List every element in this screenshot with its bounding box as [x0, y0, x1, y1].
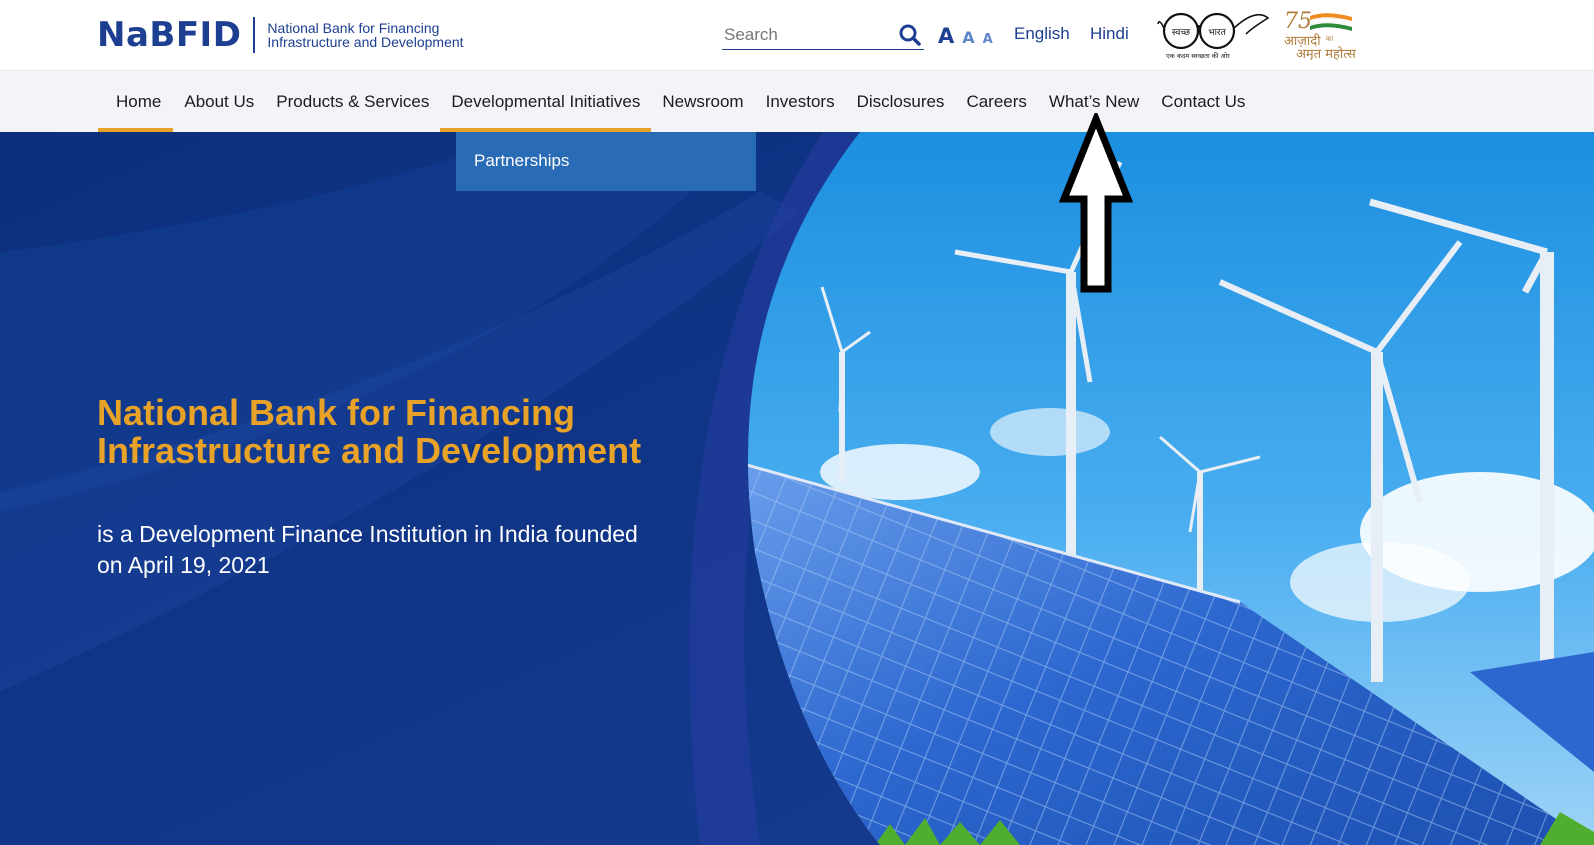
- nav-item-careers[interactable]: Careers: [955, 71, 1037, 132]
- nav-item-newsroom[interactable]: Newsroom: [651, 71, 754, 132]
- azadi-line2: अमृत महोत्सव: [1296, 46, 1356, 60]
- language-english-link[interactable]: English: [1014, 24, 1070, 44]
- logo-subtitle: National Bank for Financing Infrastructu…: [267, 21, 463, 49]
- main-navigation: Home About Us Products & Services Develo…: [0, 71, 1594, 132]
- top-header: NaBFID National Bank for Financing Infra…: [0, 0, 1594, 71]
- logo-subtitle-line2: Infrastructure and Development: [267, 34, 464, 50]
- nav-item-products-services[interactable]: Products & Services: [265, 71, 440, 132]
- logo-divider: [253, 17, 256, 53]
- swachh-text: स्वच्छ: [1172, 28, 1191, 38]
- hero-subtitle: is a Development Finance Institution in …: [97, 521, 638, 578]
- nav-item-disclosures[interactable]: Disclosures: [846, 71, 956, 132]
- language-hindi-link[interactable]: Hindi: [1090, 24, 1129, 44]
- up-arrow-icon: [1058, 113, 1134, 293]
- azadi-ka: का: [1326, 35, 1333, 43]
- nav-item-developmental-initiatives[interactable]: Developmental Initiatives: [440, 71, 652, 132]
- font-size-small-button[interactable]: A: [983, 32, 993, 47]
- search-box: [722, 22, 924, 50]
- azadi-number: 75: [1284, 9, 1312, 34]
- swachh-bharat-logo[interactable]: स्वच्छ भारत एक कदम स्वच्छता की ओर: [1156, 6, 1271, 60]
- hero-banner: National Bank for Financing Infrastructu…: [0, 132, 1594, 845]
- swachh-tagline: एक कदम स्वच्छता की ओर: [1166, 52, 1230, 60]
- search-icon[interactable]: [898, 23, 922, 47]
- logo-wordmark: NaBFID: [97, 15, 242, 55]
- font-size-controls: A A A: [938, 24, 993, 48]
- developmental-initiatives-dropdown: Partnerships: [456, 132, 756, 191]
- nav-item-investors[interactable]: Investors: [755, 71, 846, 132]
- nav-item-about-us[interactable]: About Us: [173, 71, 265, 132]
- font-size-large-button[interactable]: A: [938, 24, 954, 48]
- azadi-ka-amrit-mahotsav-logo[interactable]: 75 आज़ादी का अमृत महोत्सव: [1282, 8, 1356, 60]
- hero-title: National Bank for Financing Infrastructu…: [97, 392, 642, 471]
- site-logo[interactable]: NaBFID National Bank for Financing Infra…: [97, 15, 464, 55]
- bharat-text: भारत: [1208, 28, 1226, 38]
- logo-subtitle-line1: National Bank for Financing: [267, 20, 440, 36]
- nav-item-home[interactable]: Home: [98, 71, 174, 132]
- search-input[interactable]: [722, 22, 892, 48]
- font-size-medium-button[interactable]: A: [962, 28, 974, 47]
- hero-background-image: [0, 132, 1594, 845]
- nav-item-contact-us[interactable]: Contact Us: [1150, 71, 1256, 132]
- dropdown-item-partnerships[interactable]: Partnerships: [474, 151, 569, 171]
